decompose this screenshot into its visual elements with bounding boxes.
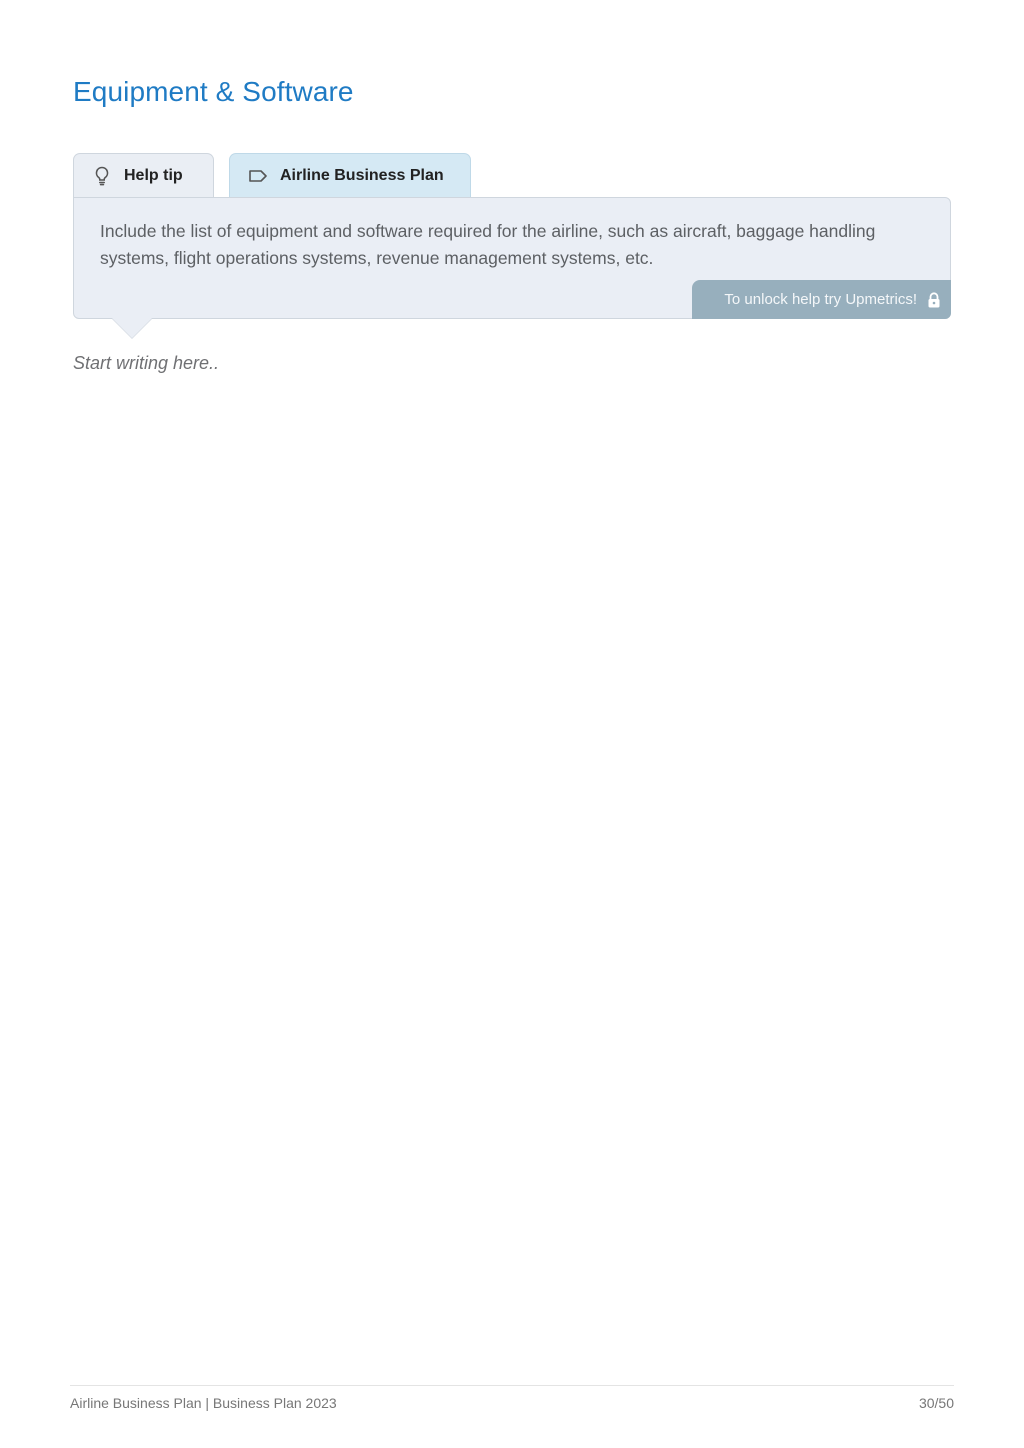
tab-bar: Help tip Airline Business Plan [73, 153, 951, 198]
tab-airline-business-plan[interactable]: Airline Business Plan [229, 153, 471, 198]
tab-airline-business-plan-label: Airline Business Plan [280, 167, 444, 184]
tab-help-tip-label: Help tip [124, 167, 183, 184]
help-tip-panel: Include the list of equipment and softwa… [73, 197, 951, 319]
tab-help-tip[interactable]: Help tip [73, 153, 214, 198]
footer-document-title: Airline Business Plan | Business Plan 20… [70, 1395, 337, 1411]
unlock-upmetrics-button[interactable]: To unlock help try Upmetrics! [692, 280, 951, 319]
unlock-label: To unlock help try Upmetrics! [724, 291, 917, 308]
help-tip-text: Include the list of equipment and softwa… [100, 221, 876, 268]
lock-icon [927, 291, 941, 308]
lightbulb-icon [92, 166, 112, 186]
page-title: Equipment & Software [73, 76, 354, 107]
footer-divider [70, 1385, 954, 1386]
footer-page-number: 30/50 [918, 1395, 954, 1411]
tip-pointer [112, 318, 152, 338]
content-placeholder[interactable]: Start writing here.. [73, 353, 219, 374]
tag-icon [248, 166, 268, 186]
